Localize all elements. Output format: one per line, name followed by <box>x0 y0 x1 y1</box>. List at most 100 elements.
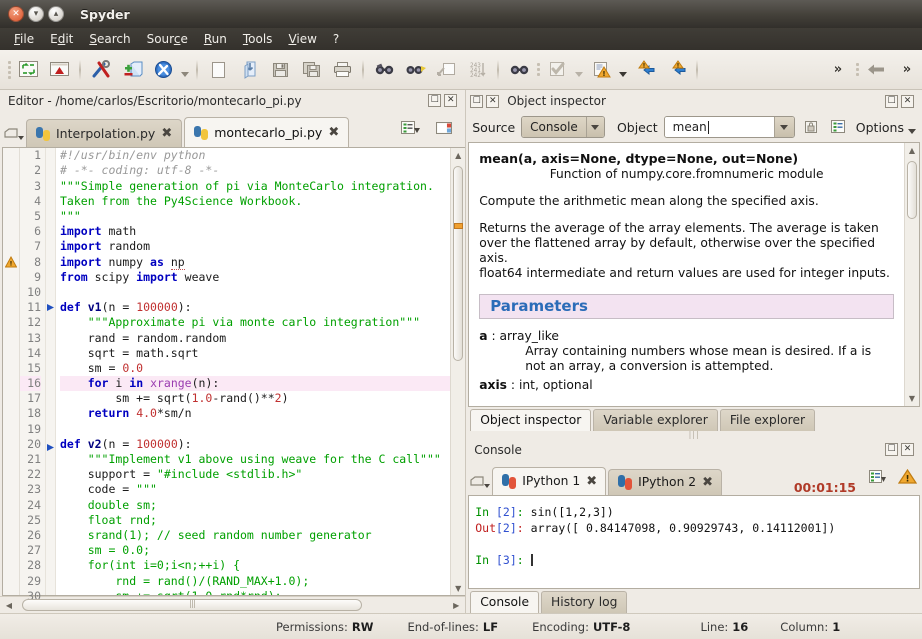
add-to-path-icon[interactable] <box>117 55 147 85</box>
code-line[interactable]: return 4.0*sm/n <box>60 406 450 421</box>
code-line[interactable]: def v1(n = 100000): <box>60 300 450 315</box>
code-line[interactable] <box>60 285 450 300</box>
line-numbers-icon[interactable]: 243241242 <box>462 55 492 85</box>
code-line[interactable]: Taken from the Py4Science Workbook. <box>60 194 450 209</box>
code-line[interactable]: sm += sqrt(1.0-rnd*rnd); <box>60 589 450 595</box>
editor-tab-montecarlo[interactable]: montecarlo_pi.py ✖ <box>184 117 349 147</box>
warning-marker-icon[interactable]: ! <box>5 256 17 268</box>
editor-scroll-thumb[interactable] <box>453 166 463 361</box>
print-icon[interactable] <box>327 55 357 85</box>
code-line[interactable]: for i in xrange(n): <box>60 376 450 391</box>
undock-icon[interactable]: ☐ <box>470 95 483 108</box>
code-line[interactable]: srand(1); // seed random number generato… <box>60 528 450 543</box>
editor-tab-close-icon[interactable]: ✖ <box>328 126 339 139</box>
oi-scroll-thumb[interactable] <box>907 161 917 219</box>
oi-scroll-down-arrow-icon[interactable]: ▼ <box>905 392 919 406</box>
undock-icon[interactable]: ☐ <box>428 94 441 107</box>
split-editor-icon[interactable] <box>429 113 459 143</box>
menu-tools[interactable]: Tools <box>235 30 281 48</box>
console-close-pane-icon[interactable]: ✕ <box>901 443 914 456</box>
pane-splitter[interactable]: ||| <box>466 431 922 439</box>
code-line[interactable]: sqrt = math.sqrt <box>60 346 450 361</box>
scroll-left-arrow-icon[interactable]: ◀ <box>2 601 16 610</box>
code-line[interactable]: for(int i=0;i<n;++i) { <box>60 558 450 573</box>
menu-run[interactable]: Run <box>196 30 235 48</box>
tab-console[interactable]: Console <box>470 591 539 613</box>
code-line[interactable]: from scipy import weave <box>60 270 450 285</box>
interactive-console-icon[interactable] <box>13 55 43 85</box>
code-line[interactable]: rand = random.random <box>60 331 450 346</box>
editor-fold-column[interactable] <box>46 148 56 595</box>
tab-file-explorer[interactable]: File explorer <box>720 409 815 431</box>
code-line[interactable]: rnd = rand()/(RAND_MAX+1.0); <box>60 574 450 589</box>
editor-marker-column[interactable]: ! <box>3 148 20 595</box>
menu-view[interactable]: View <box>280 30 324 48</box>
menu-search[interactable]: Search <box>81 30 138 48</box>
undock-icon-2[interactable]: ☐ <box>885 95 898 108</box>
forward-overflow-icon[interactable]: » <box>892 55 922 85</box>
check-code-dropdown-icon[interactable] <box>573 55 585 85</box>
code-line[interactable]: code = """ <box>60 482 450 497</box>
code-line[interactable]: """Approximate pi via monte carlo integr… <box>60 315 450 330</box>
previous-cursor-icon[interactable]: ! <box>630 55 660 85</box>
options-label[interactable]: Options <box>856 120 904 135</box>
console-tab-close-icon[interactable]: ✖ <box>586 475 597 488</box>
analyze-icon[interactable] <box>431 55 461 85</box>
fold-marker-icon[interactable] <box>46 303 55 318</box>
code-line[interactable]: import math <box>60 224 450 239</box>
code-line[interactable]: import numpy as np <box>60 255 450 270</box>
hscroll-track[interactable] <box>18 599 447 611</box>
fold-marker-icon[interactable] <box>46 443 55 458</box>
code-line[interactable]: """Implement v1 above using weave for th… <box>60 452 450 467</box>
code-line[interactable]: sm = 0.0 <box>60 361 450 376</box>
tab-history-log[interactable]: History log <box>541 591 627 613</box>
menu-help[interactable]: ? <box>325 30 347 48</box>
editor-vertical-scrollbar[interactable]: ▲ ▼ <box>450 148 465 595</box>
code-editor[interactable]: ! 12345678910111213141516171819202122232… <box>2 147 465 596</box>
find-replace-icon[interactable] <box>400 55 430 85</box>
console-tab-close-icon[interactable]: ✖ <box>702 476 713 489</box>
editor-horizontal-scrollbar[interactable]: ◀ ▶ <box>0 596 465 613</box>
options-chevron-icon[interactable] <box>908 129 916 134</box>
overflow-icon[interactable]: » <box>823 55 853 85</box>
close-pane-icon-2[interactable]: ✕ <box>901 95 914 108</box>
code-line[interactable]: support = "#include <stdlib.h>" <box>60 467 450 482</box>
code-line[interactable]: sm = 0.0; <box>60 543 450 558</box>
console-tab-ipython-1[interactable]: IPython 1 ✖ <box>492 467 606 495</box>
code-line[interactable]: sm += sqrt(1.0-rand()**2) <box>60 391 450 406</box>
code-line[interactable]: # -*- coding: utf-8 -*- <box>60 163 450 178</box>
object-input[interactable]: mean <box>664 116 795 138</box>
toolbar-grip[interactable] <box>6 59 12 81</box>
scroll-right-arrow-icon[interactable]: ▶ <box>449 601 463 610</box>
editor-tab-interpolation[interactable]: Interpolation.py ✖ <box>26 119 182 147</box>
code-line[interactable] <box>60 422 450 437</box>
hscroll-thumb[interactable] <box>22 599 362 611</box>
oi-scroll-up-arrow-icon[interactable]: ▲ <box>905 143 919 157</box>
outline-icon[interactable] <box>395 113 425 143</box>
console-browse-tabs-icon[interactable] <box>468 469 492 495</box>
options-list-icon[interactable] <box>828 116 850 138</box>
preferences-dropdown-icon[interactable] <box>179 55 191 85</box>
console-tab-ipython-2[interactable]: IPython 2 ✖ <box>608 469 722 495</box>
open-file-icon[interactable] <box>234 55 264 85</box>
code-line[interactable]: double sm; <box>60 498 450 513</box>
back-icon[interactable] <box>861 55 891 85</box>
save-file-icon[interactable] <box>265 55 295 85</box>
configure-icon[interactable] <box>86 55 116 85</box>
run-icon[interactable] <box>504 55 534 85</box>
toolbar-grip-3[interactable] <box>854 59 860 81</box>
close-window-button[interactable]: ✕ <box>8 6 24 22</box>
menu-edit[interactable]: Edit <box>42 30 81 48</box>
code-line[interactable]: """Simple generation of pi via MonteCarl… <box>60 179 450 194</box>
preferences-icon[interactable] <box>148 55 178 85</box>
close-pane-icon[interactable]: ✕ <box>444 94 457 107</box>
new-file-icon[interactable] <box>203 55 233 85</box>
menu-source[interactable]: Source <box>139 30 196 48</box>
close-pane-icon[interactable]: ✕ <box>486 95 499 108</box>
object-input-value[interactable]: mean <box>665 117 775 137</box>
python-console-icon[interactable] <box>44 55 74 85</box>
console-undock-icon[interactable]: ☐ <box>885 443 898 456</box>
console-warning-icon[interactable]: ! <box>892 462 922 492</box>
find-icon[interactable] <box>369 55 399 85</box>
next-cursor-icon[interactable]: ! <box>661 55 691 85</box>
